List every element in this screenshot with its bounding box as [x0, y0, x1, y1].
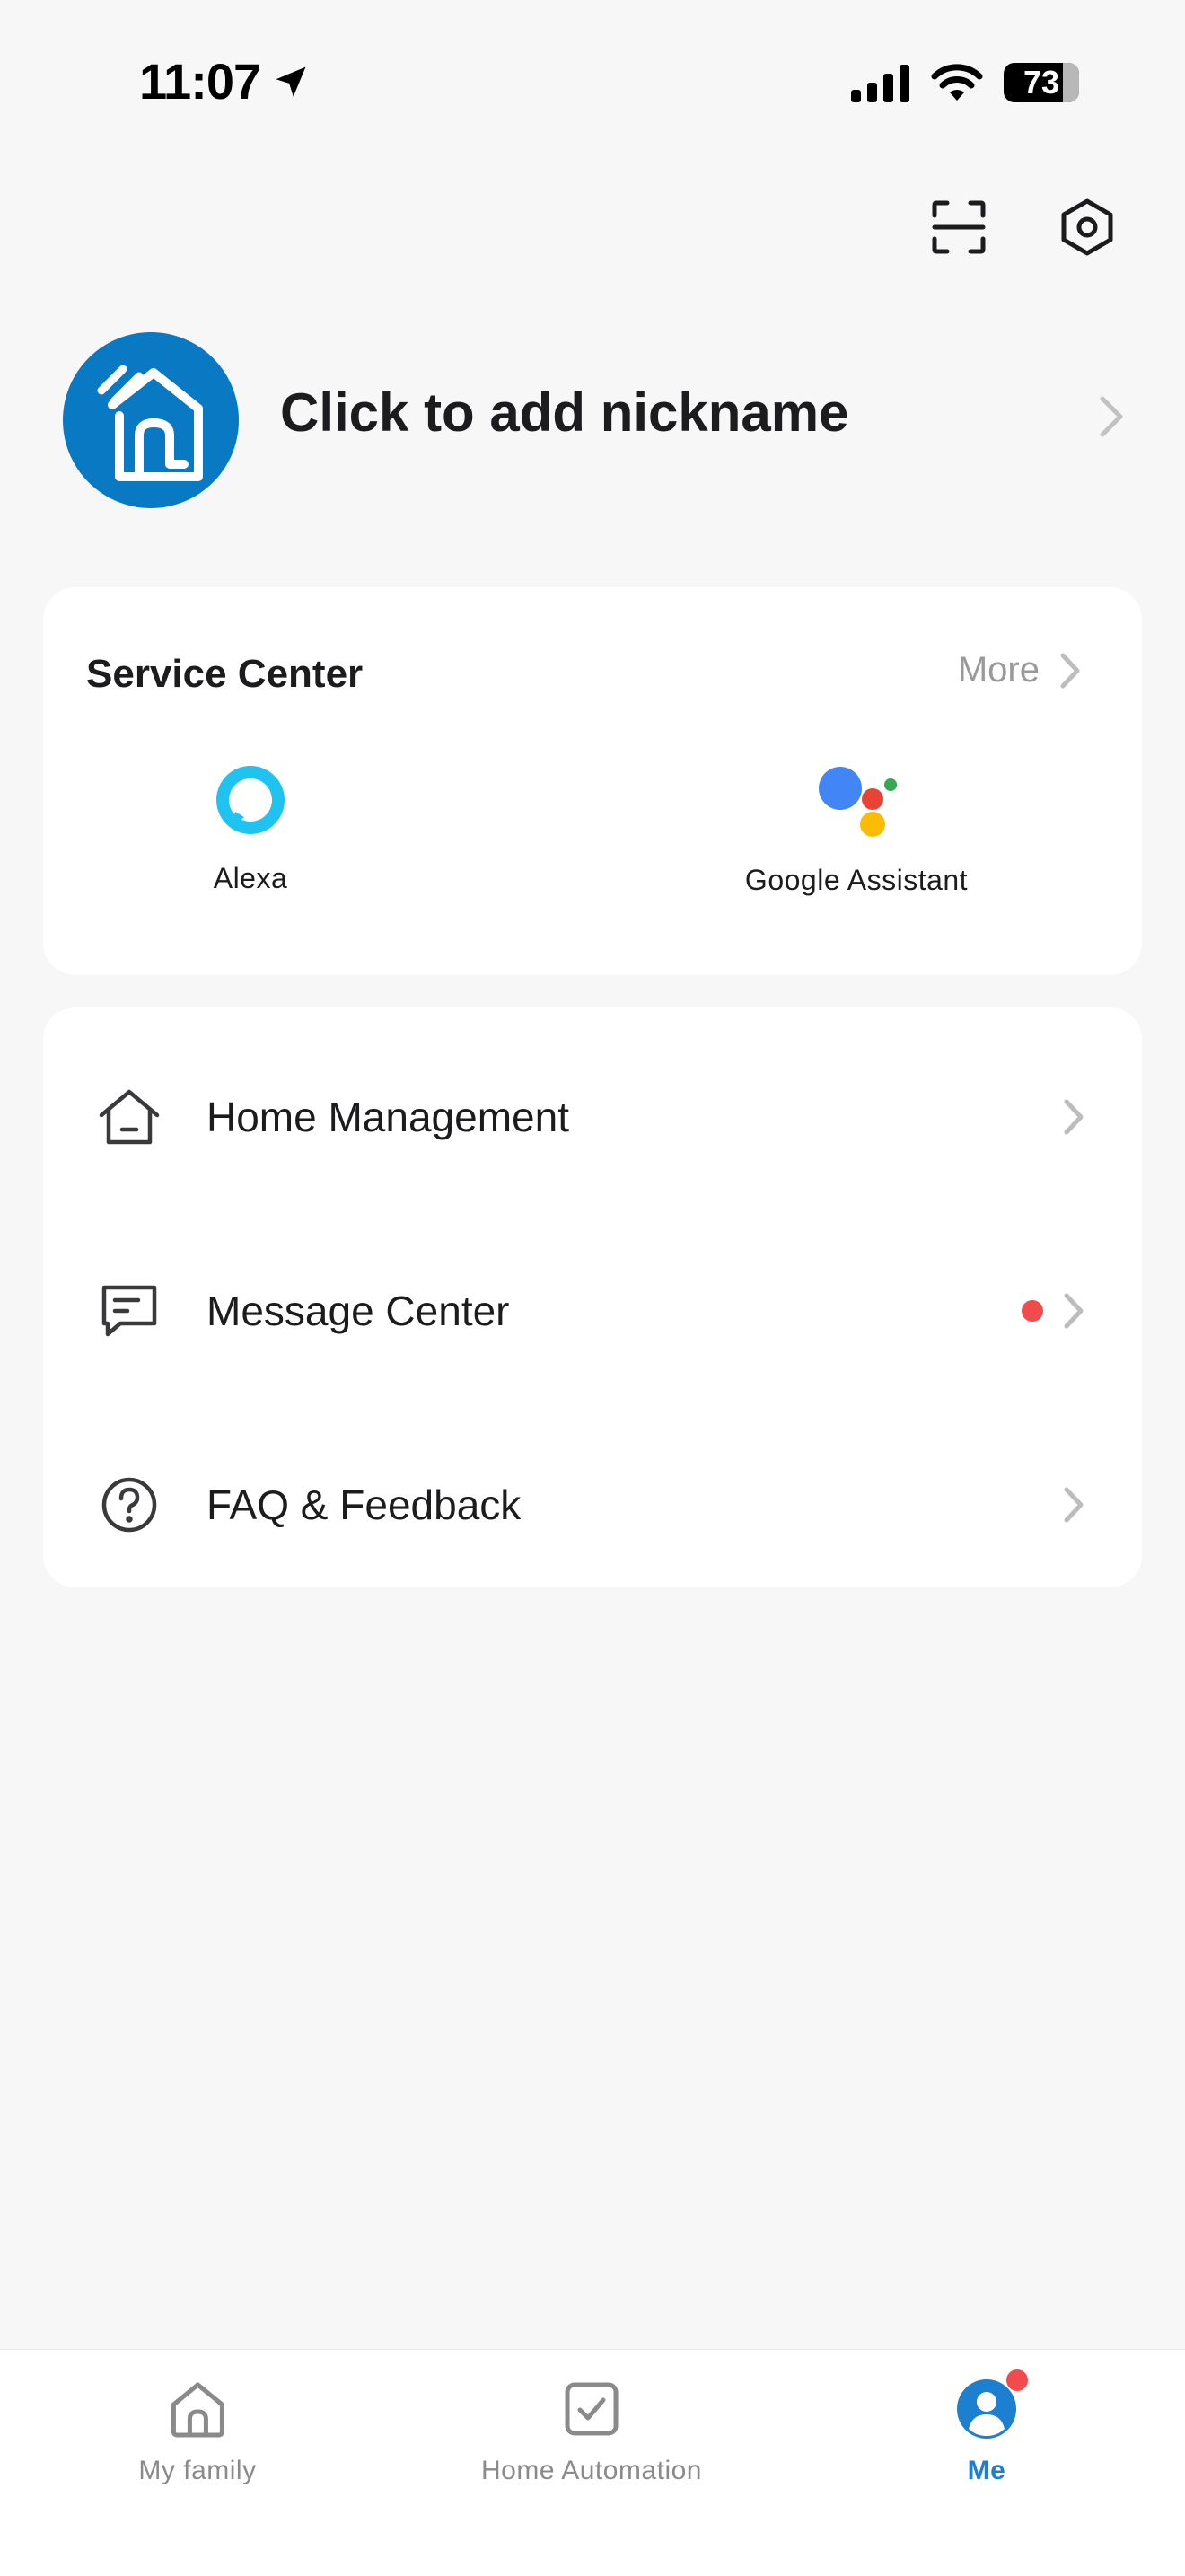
settings-button[interactable]: [1056, 196, 1119, 259]
menu-item-label: Home Management: [206, 1094, 569, 1140]
question-icon: [93, 1469, 165, 1541]
scan-button[interactable]: [927, 196, 990, 259]
chevron-right-icon: [1064, 1487, 1084, 1523]
house-tab-icon: [162, 2373, 233, 2445]
tab-label: Me: [967, 2456, 1006, 2485]
settings-hexagon-icon: [1061, 198, 1113, 256]
menu-item-home-management[interactable]: Home Management: [43, 1020, 1142, 1214]
menu-item-label: Message Center: [206, 1288, 510, 1334]
scan-icon: [932, 200, 986, 254]
location-arrow-icon: [276, 66, 306, 96]
notification-badge: [1006, 2369, 1028, 2391]
clock: 11:07: [139, 53, 261, 110]
battery-level: 73: [1023, 64, 1060, 101]
unread-dot: [1022, 1300, 1043, 1322]
avatar[interactable]: [63, 332, 239, 508]
tab-my-family[interactable]: My family: [138, 2373, 256, 2486]
google-assistant-service[interactable]: Google Assistant: [695, 763, 1018, 897]
menu-card: Home Management Message Center FAQ & Fee…: [43, 1007, 1142, 1587]
status-time: 11:07: [139, 52, 311, 110]
message-icon: [93, 1275, 165, 1347]
tab-home-automation[interactable]: Home Automation: [481, 2373, 702, 2486]
cellular-signal-icon: [851, 65, 909, 102]
chevron-right-icon: [1060, 653, 1080, 688]
home-icon: [93, 1081, 165, 1153]
checkbox-tab-icon: [556, 2373, 628, 2445]
profile-tab-icon: [951, 2369, 1028, 2445]
battery-indicator: 73: [1004, 63, 1079, 102]
tab-bar: My family Home Automation Me: [0, 2349, 1185, 2576]
alexa-label: Alexa: [213, 862, 288, 894]
status-indicators: 73: [851, 63, 1079, 102]
chevron-right-icon: [1064, 1293, 1084, 1329]
home-logo-icon: [97, 365, 203, 481]
tab-label: Home Automation: [481, 2456, 702, 2485]
menu-item-label: FAQ & Feedback: [206, 1481, 522, 1528]
alexa-service[interactable]: Alexa: [129, 763, 372, 895]
google-assistant-label: Google Assistant: [744, 864, 969, 896]
google-assistant-icon: [819, 767, 897, 837]
battery-icon: 73: [1004, 63, 1079, 102]
tab-me[interactable]: Me: [951, 2369, 1028, 2486]
menu-item-message-center[interactable]: Message Center: [43, 1214, 1142, 1408]
tab-label: My family: [138, 2456, 257, 2485]
chevron-right-icon: [1064, 1099, 1084, 1135]
nickname-label[interactable]: Click to add nickname: [280, 382, 849, 444]
wifi-icon: [931, 64, 983, 101]
profile-chevron-icon[interactable]: [1099, 395, 1124, 443]
menu-item-faq-feedback[interactable]: FAQ & Feedback: [43, 1408, 1142, 1602]
service-center-card: Service Center More Alexa Google Assista…: [43, 587, 1142, 975]
more-button[interactable]: More: [958, 650, 1081, 690]
alexa-icon: [216, 766, 285, 834]
service-center-title: Service Center: [86, 652, 364, 696]
more-label: More: [957, 650, 1040, 690]
